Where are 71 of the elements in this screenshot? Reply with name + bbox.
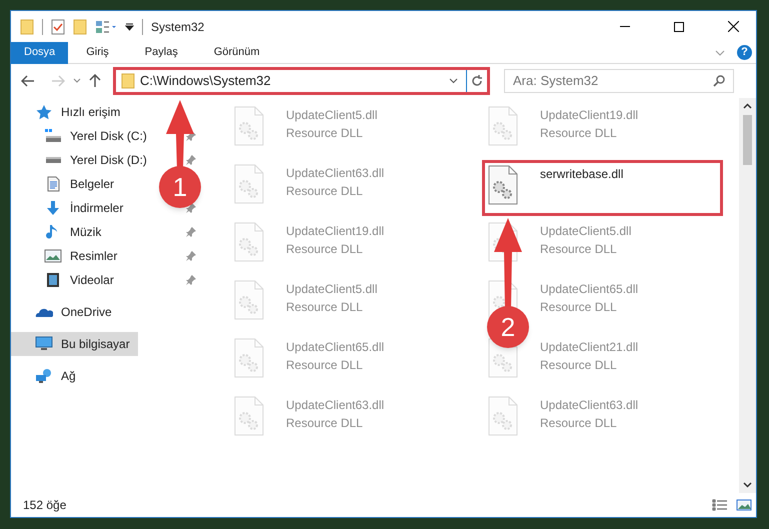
gear-file-icon: [488, 396, 518, 436]
sidebar-item[interactable]: Yerel Disk (C:): [44, 124, 155, 148]
file-type: Resource DLL: [540, 415, 618, 432]
chevron-down-icon[interactable]: [743, 482, 752, 488]
help-button[interactable]: ?: [737, 45, 752, 60]
sidebar-item[interactable]: İndirmeler: [44, 196, 132, 220]
folder-icon: [121, 73, 135, 89]
gear-file-icon: [234, 280, 264, 320]
dropdown-caret-icon[interactable]: [125, 22, 134, 31]
sidebar-item[interactable]: Videolar: [44, 268, 122, 292]
search-field[interactable]: Ara: System32: [504, 69, 734, 93]
network-icon: [35, 368, 53, 384]
address-field[interactable]: C:\Windows\System32: [113, 67, 490, 95]
sidebar-item[interactable]: Müzik: [44, 220, 110, 244]
picture-icon: [44, 248, 62, 264]
file-type: Resource DLL: [540, 299, 618, 316]
details-view-icon[interactable]: [712, 499, 728, 511]
drive-icon: [44, 156, 62, 164]
pin-icon[interactable]: [186, 155, 196, 165]
file-type: Resource DLL: [286, 125, 364, 142]
window-title: System32: [151, 18, 206, 36]
ribbon-tab[interactable]: Görünüm: [196, 42, 278, 64]
sidebar-item[interactable]: Bu bilgisayar: [11, 332, 138, 356]
ribbon-tab[interactable]: Paylaş: [126, 42, 196, 64]
sidebar-item[interactable]: Resimler: [44, 244, 126, 268]
ribbon-tab[interactable]: Giriş: [68, 42, 127, 64]
close-icon: [728, 21, 738, 32]
file-type: Resource DLL: [540, 241, 618, 258]
checklist-icon[interactable]: [51, 18, 65, 34]
gear-file-icon: [234, 106, 264, 146]
sidebar-item[interactable]: Hızlı erişim: [35, 100, 128, 124]
sidebar-item[interactable]: Yerel Disk (D:): [44, 148, 155, 172]
file-type: Resource DLL: [540, 125, 618, 142]
address-path: C:\Windows\System32: [140, 72, 272, 90]
pin-icon[interactable]: [186, 227, 196, 237]
drive-icon: [44, 128, 62, 144]
gear-file-icon: [234, 222, 264, 262]
file-type: Resource DLL: [286, 357, 364, 374]
search-icon: [713, 75, 725, 87]
file-type: Resource DLL: [286, 299, 364, 316]
search-input[interactable]: Ara: System32: [513, 71, 713, 91]
chevron-down-icon[interactable]: [449, 78, 458, 84]
monitor-icon: [35, 336, 53, 352]
pin-icon[interactable]: [186, 203, 196, 213]
film-icon: [44, 272, 62, 288]
item-count: 152 öğe: [23, 497, 68, 514]
down-arrow-icon: [44, 200, 62, 216]
file-name[interactable]: serwritebase.dll: [540, 165, 624, 183]
gear-file-icon: [488, 106, 518, 146]
gear-file-icon: [234, 396, 264, 436]
gear-file-icon: [234, 338, 264, 378]
ribbon-tab[interactable]: Dosya: [11, 42, 68, 64]
chevron-up-icon[interactable]: [743, 103, 752, 109]
sidebar-item[interactable]: OneDrive: [35, 300, 120, 324]
picture-icon[interactable]: [736, 499, 752, 511]
scrollbar-thumb[interactable]: [743, 115, 752, 165]
pin-icon[interactable]: [186, 251, 196, 261]
file-type: Resource DLL: [540, 357, 618, 374]
sidebar-item[interactable]: Ağ: [35, 364, 84, 388]
view-icon[interactable]: [95, 20, 117, 34]
scrollbar[interactable]: [739, 98, 756, 493]
gear-file-icon: [234, 164, 264, 204]
pin-icon[interactable]: [186, 275, 196, 285]
sidebar-item[interactable]: Belgeler: [44, 172, 122, 196]
up-arrow-icon[interactable]: [89, 74, 101, 88]
file-type: Resource DLL: [286, 415, 364, 432]
file-type: Resource DLL: [286, 183, 364, 200]
gear-file-icon: [488, 165, 518, 205]
star-icon: [35, 104, 53, 120]
file-type: Resource DLL: [286, 241, 364, 258]
back-arrow-icon[interactable]: [21, 75, 35, 87]
